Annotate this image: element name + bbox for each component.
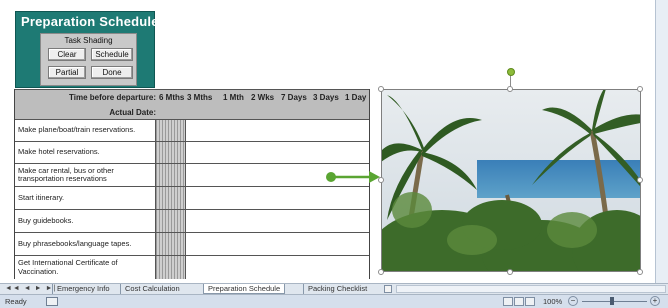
callout-arrow-icon [326, 171, 380, 183]
resize-handle-sw[interactable] [378, 269, 384, 275]
resize-handle-ne[interactable] [637, 86, 643, 92]
table-row[interactable]: Make plane/boat/train reservations. [15, 120, 369, 142]
schedule-title: Preparation Schedule [21, 14, 159, 29]
tab-packing-checklist[interactable]: Packing Checklist [303, 284, 371, 294]
table-row[interactable]: Make car rental, bus or other transporta… [15, 164, 369, 187]
task-cell[interactable]: Get International Certificate of Vaccina… [15, 256, 155, 279]
date-cells[interactable] [186, 210, 369, 232]
table-row[interactable]: Buy guidebooks. [15, 210, 369, 233]
table-row[interactable]: Start itinerary. [15, 187, 369, 210]
ready-status: Ready [5, 297, 27, 306]
zoom-slider-thumb[interactable] [610, 297, 614, 305]
horizontal-scrollbar[interactable] [396, 285, 666, 293]
zoom-in-button[interactable]: + [650, 296, 660, 306]
table-row[interactable]: Buy phrasebooks/language tapes. [15, 233, 369, 256]
table-header: Time before departure: 6 Mths 3 Mths 1 M… [15, 89, 369, 120]
view-buttons [503, 297, 537, 306]
sheet-nav-buttons[interactable]: ◄◄ ◄ ► ►| [5, 285, 56, 292]
shaded-cell[interactable] [155, 164, 186, 186]
resize-handle-n[interactable] [507, 86, 513, 92]
resize-handle-w[interactable] [378, 177, 384, 183]
insert-sheet-icon[interactable] [384, 285, 392, 293]
interval-6mths: 6 Mths [159, 93, 185, 102]
page-layout-view-icon[interactable] [514, 297, 524, 306]
status-bar: Ready 100% − + [0, 294, 668, 308]
partial-button[interactable]: Partial [48, 66, 86, 79]
task-shading-label: Task Shading [64, 36, 113, 45]
interval-3days: 3 Days [313, 93, 339, 102]
schedule-table: Time before departure: 6 Mths 3 Mths 1 M… [14, 89, 370, 279]
resize-handle-nw[interactable] [378, 86, 384, 92]
actual-date-label: Actual Date: [109, 108, 156, 117]
shaded-cell[interactable] [155, 120, 186, 141]
tab-preparation-schedule[interactable]: Preparation Schedule [203, 284, 286, 294]
interval-2wks: 2 Wks [251, 93, 275, 102]
task-cell[interactable]: Make car rental, bus or other transporta… [15, 164, 155, 186]
time-before-label: Time before departure: [69, 93, 156, 102]
schedule-button[interactable]: Schedule [91, 48, 133, 61]
resize-handle-s[interactable] [507, 269, 513, 275]
date-cells[interactable] [186, 142, 369, 163]
normal-view-icon[interactable] [503, 297, 513, 306]
date-cells[interactable] [186, 187, 369, 209]
shaded-cell[interactable] [155, 233, 186, 255]
task-shading-group: Task Shading Clear Schedule Partial Done [40, 33, 137, 86]
palm-trees-image [382, 90, 640, 271]
shaded-cell[interactable] [155, 187, 186, 209]
title-panel: Preparation Schedule Task Shading Clear … [15, 11, 158, 88]
shaded-cell[interactable] [155, 210, 186, 232]
macro-record-icon[interactable] [46, 297, 58, 306]
vertical-scrollbar[interactable] [655, 0, 668, 283]
interval-3mths: 3 Mths [187, 93, 213, 102]
zoom-slider[interactable] [582, 301, 647, 302]
resize-handle-se[interactable] [637, 269, 643, 275]
task-cell[interactable]: Start itinerary. [15, 187, 155, 209]
page-break-view-icon[interactable] [525, 297, 535, 306]
task-cell[interactable]: Make plane/boat/train reservations. [15, 120, 155, 141]
tab-cost-calculation[interactable]: Cost Calculation [120, 284, 184, 294]
table-row[interactable]: Get International Certificate of Vaccina… [15, 256, 369, 279]
task-cell[interactable]: Buy phrasebooks/language tapes. [15, 233, 155, 255]
date-cells[interactable] [186, 256, 369, 279]
zoom-out-button[interactable]: − [568, 296, 578, 306]
worksheet[interactable]: Preparation Schedule Task Shading Clear … [0, 0, 655, 283]
interval-1day: 1 Day [345, 93, 367, 102]
interval-7days: 7 Days [281, 93, 307, 102]
date-cells[interactable] [186, 233, 369, 255]
interval-1mth: 1 Mth [223, 93, 244, 102]
clear-button[interactable]: Clear [48, 48, 86, 61]
shaded-cell[interactable] [155, 256, 186, 279]
resize-handle-e[interactable] [637, 177, 643, 183]
shaded-cell[interactable] [155, 142, 186, 163]
task-cell[interactable]: Make hotel reservations. [15, 142, 155, 163]
palm-trees-picture[interactable] [381, 89, 641, 272]
date-cells[interactable] [186, 120, 369, 141]
tab-emergency-info[interactable]: Emergency Info [52, 284, 114, 294]
table-row[interactable]: Make hotel reservations. [15, 142, 369, 164]
sheet-tab-bar: ◄◄ ◄ ► ►| Emergency Info Cost Calculatio… [0, 283, 668, 294]
zoom-level[interactable]: 100% [543, 297, 562, 306]
task-cell[interactable]: Buy guidebooks. [15, 210, 155, 232]
done-button[interactable]: Done [91, 66, 133, 79]
rotate-handle[interactable] [507, 68, 515, 76]
